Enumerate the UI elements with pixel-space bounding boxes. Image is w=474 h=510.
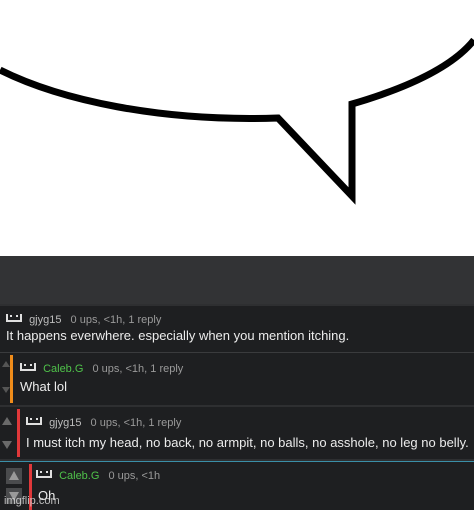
thread-header-band xyxy=(0,256,474,304)
comment-username[interactable]: Caleb.G xyxy=(43,363,83,375)
arrow-up-icon xyxy=(9,471,19,480)
pixel-face-icon xyxy=(26,415,44,427)
comment-text: What lol xyxy=(20,379,67,394)
comment-stats: 0 ups, <1h, 1 reply xyxy=(92,363,184,375)
comment-meta: Caleb.G 0 ups, <1h xyxy=(36,468,160,482)
pixel-face-icon xyxy=(36,468,54,480)
arrow-down-icon[interactable] xyxy=(2,387,10,393)
comment-username[interactable]: gjyg15 xyxy=(49,417,81,429)
comment-meta: gjyg15 0 ups, <1h, 1 reply xyxy=(26,415,181,429)
imgflip-watermark: imgflip.com xyxy=(4,495,60,507)
comment-meta: Caleb.G 0 ups, <1h, 1 reply xyxy=(20,361,183,375)
thread-depth-bar xyxy=(17,409,20,457)
thread-depth-bar xyxy=(10,355,13,403)
comment-3: gjyg15 0 ups, <1h, 1 reply I must itch m… xyxy=(0,407,474,459)
comment-4: Caleb.G 0 ups, <1h Oh xyxy=(0,461,474,510)
comment-meta: gjyg15 0 ups, <1h, 1 reply xyxy=(6,312,161,326)
comment-stats: 0 ups, <1h, 1 reply xyxy=(70,314,162,326)
pixel-face-icon xyxy=(20,361,38,373)
comment-text: It happens everwhere. especially when yo… xyxy=(6,328,350,343)
comment-stats: 0 ups, <1h xyxy=(108,470,161,482)
comment-2: Caleb.G 0 ups, <1h, 1 reply What lol xyxy=(0,353,474,405)
comment-stats: 0 ups, <1h, 1 reply xyxy=(90,417,182,429)
comment-username[interactable]: Caleb.G xyxy=(59,470,99,482)
arrow-up-icon[interactable] xyxy=(2,417,12,425)
comment-text: I must itch my head, no back, no armpit,… xyxy=(26,435,469,450)
comment-thread: gjyg15 0 ups, <1h, 1 reply It happens ev… xyxy=(0,256,474,510)
pixel-face-icon xyxy=(6,312,24,324)
arrow-down-icon[interactable] xyxy=(2,441,12,449)
comment-1: gjyg15 0 ups, <1h, 1 reply It happens ev… xyxy=(0,306,474,353)
speech-bubble-outline xyxy=(0,37,474,205)
vote-column xyxy=(0,411,12,455)
comment-username[interactable]: gjyg15 xyxy=(29,314,61,326)
arrow-up-icon[interactable] xyxy=(2,361,10,367)
speech-bubble xyxy=(0,0,474,256)
upvote-button[interactable] xyxy=(6,468,22,484)
